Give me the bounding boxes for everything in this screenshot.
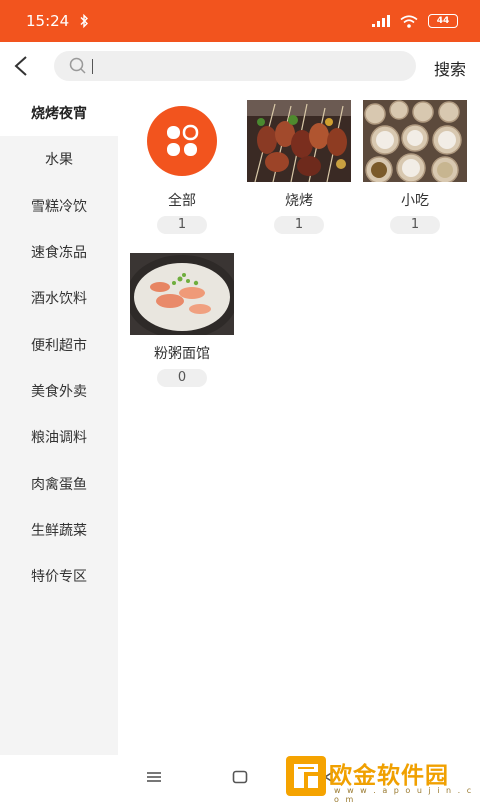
snack-bowls-photo	[363, 100, 467, 182]
all-categories-icon	[130, 100, 234, 182]
subcategory-count: 1	[157, 216, 207, 234]
sidebar-item-grain-oil[interactable]: 粮油调料	[0, 414, 118, 460]
search-box[interactable]	[54, 51, 416, 81]
home-icon	[232, 770, 248, 784]
category-sidebar: 烧烤夜宵 水果 雪糕冷饮 速食冻品 酒水饮料 便利超市 美食外卖 粮油调料 肉禽…	[0, 90, 118, 755]
sidebar-item-convenience[interactable]: 便利超市	[0, 321, 118, 367]
sidebar-item-ice-cream[interactable]: 雪糕冷饮	[0, 183, 118, 229]
watermark-url: w w w . a p o u j i n . c o m	[334, 786, 474, 804]
subcategory-label: 全部	[168, 193, 196, 209]
subcategory-count: 0	[157, 369, 207, 387]
search-header: 搜索	[0, 42, 480, 90]
sidebar-item-special[interactable]: 特价专区	[0, 553, 118, 599]
sidebar-item-bbq[interactable]: 烧烤夜宵	[0, 90, 118, 137]
search-icon	[69, 57, 86, 74]
search-input[interactable]	[92, 56, 396, 78]
subcategory-count: 1	[274, 216, 324, 234]
bluetooth-icon	[80, 14, 89, 28]
wifi-icon	[400, 14, 418, 28]
signal-icon	[372, 15, 390, 27]
search-button[interactable]: 搜索	[434, 56, 466, 80]
sidebar-item-frozen[interactable]: 速食冻品	[0, 229, 118, 275]
watermark: 欧金软件园 w w w . a p o u j i n . c o m	[282, 752, 480, 804]
status-right: 44	[372, 14, 458, 28]
status-left: 15:24	[26, 12, 89, 30]
chevron-left-icon	[14, 56, 27, 76]
menu-icon	[147, 772, 161, 782]
sidebar-item-takeout[interactable]: 美食外卖	[0, 368, 118, 414]
home-button[interactable]	[232, 769, 248, 788]
menu-button[interactable]	[146, 769, 162, 788]
sidebar-item-fruit[interactable]: 水果	[0, 136, 118, 182]
sidebar-item-drinks[interactable]: 酒水饮料	[0, 275, 118, 321]
subcategory-label: 粉粥面馆	[154, 346, 210, 362]
watermark-logo	[286, 756, 326, 796]
subcategory-item-bbq[interactable]: 烧烤 1	[247, 100, 351, 234]
subcategory-item-porridge[interactable]: 粉粥面馆 0	[130, 253, 234, 387]
subcategory-item-snacks[interactable]: 小吃 1	[363, 100, 467, 234]
back-button[interactable]	[10, 54, 34, 78]
sidebar-item-fresh-veg[interactable]: 生鲜蔬菜	[0, 507, 118, 553]
status-time: 15:24	[26, 12, 70, 30]
sidebar-item-meat-egg[interactable]: 肉禽蛋鱼	[0, 460, 118, 506]
subcategory-label: 烧烤	[285, 193, 313, 209]
subcategory-count: 1	[390, 216, 440, 234]
watermark-text: 欧金软件园	[329, 763, 449, 789]
subcategory-item-all[interactable]: 全部 1	[130, 100, 234, 234]
status-bar: 15:24 44	[0, 0, 480, 42]
shrimp-porridge-photo	[130, 253, 234, 335]
subcategory-label: 小吃	[401, 193, 429, 209]
bbq-skewers-photo	[247, 100, 351, 182]
subcategory-grid: 全部 1 烧烤 1 小吃 1 粉粥面馆 0	[118, 90, 480, 755]
battery-indicator: 44	[428, 14, 458, 28]
